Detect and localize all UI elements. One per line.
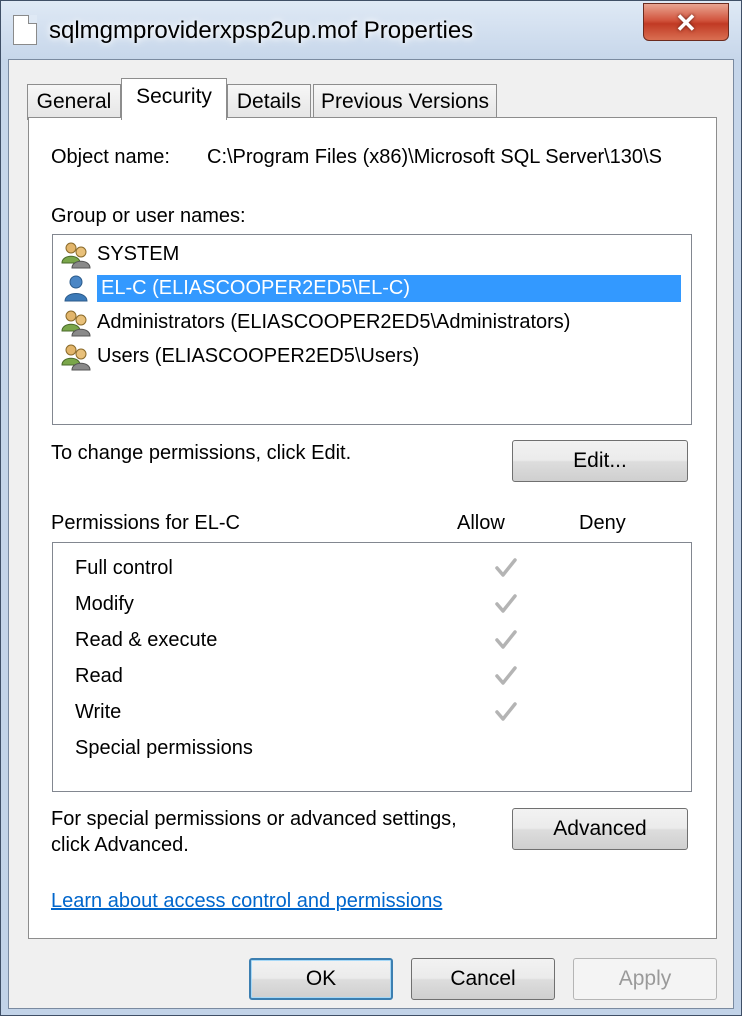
allow-check-icon [491,553,521,583]
permission-row: Write [75,695,675,731]
allow-check-icon [491,661,521,691]
tab-security[interactable]: Security [121,78,227,120]
dialog-client: General Security Details Previous Versio… [8,59,734,1009]
edit-button[interactable]: Edit... [512,440,688,482]
group-name: SYSTEM [97,242,180,265]
group-label: Group or user names: [51,205,246,227]
allow-header: Allow [457,512,505,534]
group-listbox[interactable]: SYSTEM EL-C (ELIASCOOPER2ED5\EL-C) Adminis… [52,234,692,425]
permission-row: Modify [75,587,675,623]
close-icon: ✕ [675,8,697,38]
allow-check-icon [491,697,521,727]
allow-check-icon [491,625,521,655]
group-name: EL-C (ELIASCOOPER2ED5\EL-C) [97,274,681,302]
group-list-item[interactable]: EL-C (ELIASCOOPER2ED5\EL-C) [61,271,681,305]
group-name: Users (ELIASCOOPER2ED5\Users) [97,344,420,367]
permission-row: Special permissions [75,731,675,767]
deny-header: Deny [579,512,626,534]
properties-window: sqlmgmproviderxpsp2up.mof Properties ✕ G… [0,0,742,1016]
permission-row: Full control [75,551,675,587]
ok-button[interactable]: OK [249,958,393,1000]
group-name: Administrators (ELIASCOOPER2ED5\Administ… [97,310,571,333]
tab-general[interactable]: General [27,84,121,120]
advanced-text-line1: For special permissions or advanced sett… [51,808,457,830]
title-bar[interactable]: sqlmgmproviderxpsp2up.mof Properties ✕ [1,1,741,59]
advanced-button[interactable]: Advanced [512,808,688,850]
group-list-item[interactable]: Users (ELIASCOOPER2ED5\Users) [61,339,419,373]
group-list-item[interactable]: SYSTEM [61,237,179,271]
apply-button[interactable]: Apply [573,958,717,1000]
users-icon [61,307,91,337]
tab-previous-versions[interactable]: Previous Versions [313,84,497,120]
permissions-listbox[interactable]: Full control Modify Read & execute Read Writ… [52,542,692,792]
permission-name: Special permissions [75,737,253,759]
allow-check-icon [491,589,521,619]
permission-name: Full control [75,557,173,579]
permission-row: Read [75,659,675,695]
permission-name: Modify [75,593,134,615]
user-icon [61,273,91,303]
users-icon [61,341,91,371]
advanced-text-line2: click Advanced. [51,834,189,856]
permission-name: Read [75,665,123,687]
permission-row: Read & execute [75,623,675,659]
users-icon [61,239,91,269]
permission-name: Read & execute [75,629,218,651]
file-icon [13,15,37,45]
permissions-label: Permissions for EL-C [51,512,240,534]
tab-details[interactable]: Details [227,84,311,120]
change-permissions-text: To change permissions, click Edit. [51,442,352,464]
object-name-label: Object name: [51,146,170,168]
object-name-value: C:\Program Files (x86)\Microsoft SQL Ser… [207,146,662,168]
security-panel: Object name: C:\Program Files (x86)\Micr… [28,117,717,939]
cancel-button[interactable]: Cancel [411,958,555,1000]
permission-name: Write [75,701,122,723]
learn-more-link[interactable]: Learn about access control and permissio… [51,890,442,913]
window-title: sqlmgmproviderxpsp2up.mof Properties [49,17,474,44]
close-button[interactable]: ✕ [643,3,729,41]
group-list-item[interactable]: Administrators (ELIASCOOPER2ED5\Administ… [61,305,570,339]
